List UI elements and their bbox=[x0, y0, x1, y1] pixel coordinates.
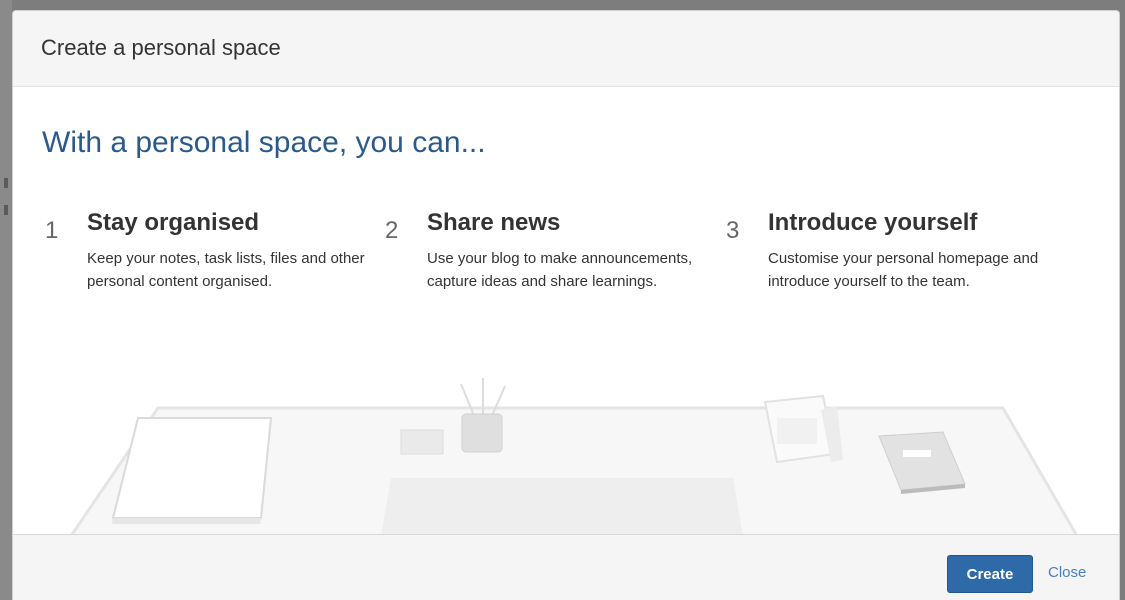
feature-number: 2 bbox=[385, 217, 399, 244]
dialog-footer: Create Close bbox=[13, 534, 1119, 600]
small-box bbox=[400, 429, 444, 455]
feature-number: 1 bbox=[45, 217, 59, 244]
keyboard-pad bbox=[381, 478, 743, 536]
backdrop-fragment bbox=[4, 178, 8, 188]
backdrop-page bbox=[0, 0, 12, 600]
notebook-shape bbox=[111, 417, 273, 519]
create-button[interactable]: Create bbox=[947, 555, 1033, 593]
feature-description: Customise your personal homepage and int… bbox=[768, 250, 1039, 290]
backdrop-fragment bbox=[4, 205, 8, 215]
dialog-title: Create a personal space bbox=[41, 34, 281, 60]
close-button[interactable]: Close bbox=[1048, 564, 1086, 581]
dialog-body: With a personal space, you can... 1 Stay… bbox=[13, 88, 1119, 536]
desk-illustration bbox=[69, 378, 1079, 536]
book-label bbox=[903, 450, 931, 457]
feature-number: 3 bbox=[726, 217, 740, 244]
notebook-edge bbox=[112, 518, 261, 524]
feature-title: Introduce yourself bbox=[768, 209, 978, 236]
intro-heading: With a personal space, you can... bbox=[42, 126, 486, 159]
feature-description: Keep your notes, task lists, files and o… bbox=[87, 250, 365, 290]
create-personal-space-dialog: Create a personal space With a personal … bbox=[12, 10, 1120, 600]
pencil-cup bbox=[461, 413, 503, 453]
calendar-grid bbox=[777, 418, 817, 444]
feature-description: Use your blog to make announcements, cap… bbox=[427, 250, 693, 290]
dialog-header: Create a personal space bbox=[13, 11, 1119, 87]
feature-title: Stay organised bbox=[87, 209, 260, 236]
feature-title: Share news bbox=[427, 209, 561, 236]
